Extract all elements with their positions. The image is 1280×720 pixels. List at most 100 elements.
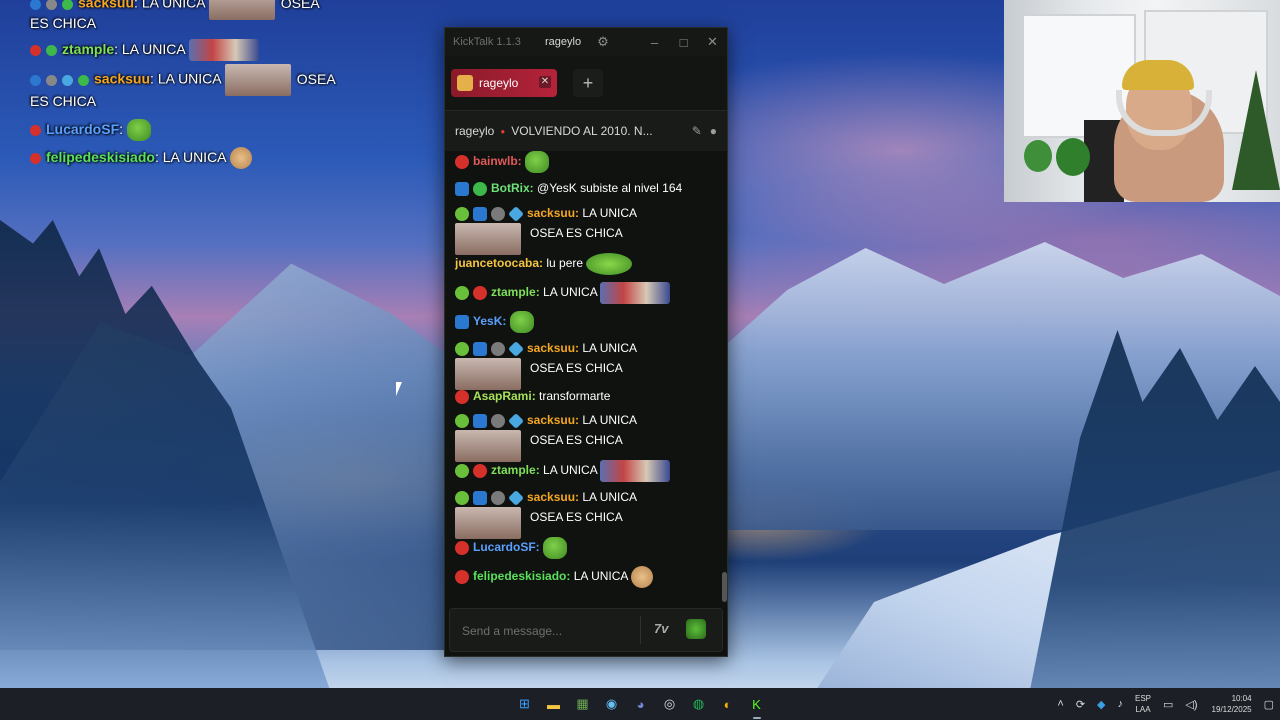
tab-rageylo[interactable]: rageylo ✕	[451, 69, 557, 97]
chat-message[interactable]: BotRix: @YesK subiste al nivel 164	[455, 178, 717, 198]
pepe-badge-icon[interactable]	[455, 490, 469, 505]
minecraft-icon[interactable]: ▦	[572, 693, 594, 715]
chrome-icon[interactable]: ◐	[717, 693, 739, 715]
maximize-button[interactable]: □	[669, 35, 698, 50]
notification-icon[interactable]: ▢	[1264, 698, 1274, 711]
red-badge-icon[interactable]	[473, 286, 487, 300]
frog-emote-icon[interactable]	[509, 311, 534, 333]
windows-start-icon[interactable]: ⊞	[514, 693, 536, 715]
pin-icon[interactable]: ✎	[692, 124, 702, 138]
red-badge-icon[interactable]	[455, 155, 469, 169]
red-badge-icon[interactable]	[455, 570, 469, 584]
chat-username[interactable]: sacksuu	[527, 413, 575, 427]
red-badge-icon[interactable]	[455, 541, 469, 555]
shield-icon[interactable]: ◆	[1097, 698, 1105, 711]
chat-username[interactable]: BotRix	[491, 181, 530, 195]
pepe-badge-icon[interactable]	[455, 413, 469, 428]
chat-username[interactable]: ztample	[491, 285, 536, 299]
avatar-emote-icon[interactable]	[455, 430, 521, 462]
pepe-badge-icon[interactable]	[455, 341, 469, 356]
chat-username[interactable]: juancetoocaba	[455, 256, 539, 270]
chat-message[interactable]: ztample: LA UNICA	[455, 282, 717, 304]
stream-title: VOLVIENDO AL 2010. N...	[511, 124, 653, 138]
red-badge-icon[interactable]	[473, 464, 487, 478]
discord-icon[interactable]: ◕	[630, 693, 652, 715]
chat-username[interactable]: sacksuu	[527, 206, 575, 220]
chat-message[interactable]: sacksuu: LA UNICA	[455, 203, 717, 223]
grey-badge-icon[interactable]	[491, 413, 505, 428]
cube-badge-icon[interactable]	[508, 340, 524, 357]
chat-message[interactable]: felipedeskisiado: LA UNICA	[455, 566, 717, 588]
chat-username[interactable]: AsapRami	[473, 389, 532, 403]
avatar-emote-icon[interactable]	[455, 507, 521, 539]
chat-message[interactable]: sacksuu: LA UNICA	[455, 338, 717, 358]
pepe-badge-icon[interactable]	[455, 206, 469, 221]
kick-emotes-icon[interactable]	[686, 619, 706, 639]
close-button[interactable]: ✕	[698, 34, 727, 50]
frog-emote-icon[interactable]	[525, 151, 550, 173]
streamer-name[interactable]: rageylo	[455, 124, 494, 138]
wide-emote-icon[interactable]	[600, 460, 671, 482]
tab-close-icon[interactable]: ✕	[539, 76, 551, 88]
steam-icon[interactable]: ◉	[601, 693, 623, 715]
spotify-icon[interactable]: ◍	[688, 693, 710, 715]
user-icon[interactable]: ●	[710, 124, 717, 138]
chat-message[interactable]: sacksuu: LA UNICA	[455, 487, 717, 507]
pepe-badge-icon[interactable]	[455, 464, 469, 478]
chat-username[interactable]: ztample	[491, 463, 536, 477]
chat-username[interactable]: sacksuu	[527, 490, 575, 504]
chat-message[interactable]: bainwlb:	[455, 151, 717, 173]
blue-badge-icon[interactable]	[455, 315, 469, 329]
obs-icon[interactable]: ◎	[659, 693, 681, 715]
volume-icon[interactable]: ◁)	[1185, 698, 1197, 711]
chat-scrollbar[interactable]	[722, 572, 727, 602]
blue-badge-icon[interactable]	[473, 206, 487, 221]
settings-gear-icon[interactable]: ⚙	[589, 34, 617, 50]
clock[interactable]: 10:04 19/12/2025	[1212, 693, 1252, 715]
blue-badge-icon[interactable]	[473, 341, 487, 356]
blue-badge-icon[interactable]	[455, 181, 469, 196]
language-indicator[interactable]: ESP LAA	[1135, 693, 1151, 715]
sync-icon[interactable]: ⟳	[1076, 698, 1085, 711]
microphone-icon[interactable]: ♪	[1118, 698, 1124, 710]
blue-badge-icon[interactable]	[473, 490, 487, 505]
grey-badge-icon[interactable]	[491, 341, 505, 356]
green-badge-icon[interactable]	[473, 181, 487, 196]
chat-username[interactable]: felipedeskisiado	[473, 569, 566, 583]
chat-message[interactable]: ztample: LA UNICA	[455, 460, 717, 482]
file-explorer-icon[interactable]: ▬	[543, 693, 565, 715]
network-icon[interactable]: ▭	[1163, 698, 1173, 711]
pepe-badge-icon[interactable]	[455, 286, 469, 300]
chat-message[interactable]: AsapRami: transformarte	[455, 386, 717, 406]
chat-username[interactable]: LucardoSF	[473, 540, 536, 554]
chat-message[interactable]: YesK:	[455, 311, 717, 333]
chat-username[interactable]: YesK	[473, 314, 502, 328]
message-input[interactable]	[460, 620, 636, 642]
add-tab-button[interactable]: +	[573, 69, 603, 97]
cube-badge-icon[interactable]	[508, 205, 524, 222]
chevron-up-icon[interactable]: ˄	[1057, 698, 1063, 710]
kick-icon[interactable]: K	[746, 693, 768, 719]
minimize-button[interactable]: –	[640, 35, 669, 50]
blue-badge-icon[interactable]	[473, 413, 487, 428]
cube-badge-icon[interactable]	[508, 489, 524, 506]
chat-username[interactable]: sacksuu	[527, 341, 575, 355]
chat-username[interactable]: bainwlb	[473, 154, 518, 168]
avatar-emote-icon[interactable]	[455, 223, 521, 255]
big-emote-icon[interactable]	[586, 253, 633, 275]
chat-message[interactable]: LucardoSF:	[455, 537, 717, 559]
wide-emote-icon[interactable]	[600, 282, 671, 304]
red-badge-icon[interactable]	[455, 389, 469, 404]
dog-emote-icon[interactable]	[631, 566, 654, 588]
titlebar-username[interactable]: rageylo	[545, 36, 589, 48]
cube-badge-icon[interactable]	[508, 412, 524, 429]
grey-badge-icon[interactable]	[491, 206, 505, 221]
chat-messages[interactable]: bainwlb: BotRix: @YesK subiste al nivel …	[445, 151, 721, 601]
7tv-emotes-icon[interactable]: 7v	[654, 621, 668, 636]
frog-emote-icon[interactable]	[543, 537, 568, 559]
kicktalk-titlebar[interactable]: KickTalk 1.1.3 rageylo ⚙ – □ ✕	[445, 28, 727, 56]
chat-message[interactable]: juancetoocaba: lu pere	[455, 253, 717, 275]
grey-badge-icon[interactable]	[491, 490, 505, 505]
chat-message[interactable]: sacksuu: LA UNICA	[455, 410, 717, 430]
chat-separator: :	[575, 206, 580, 220]
